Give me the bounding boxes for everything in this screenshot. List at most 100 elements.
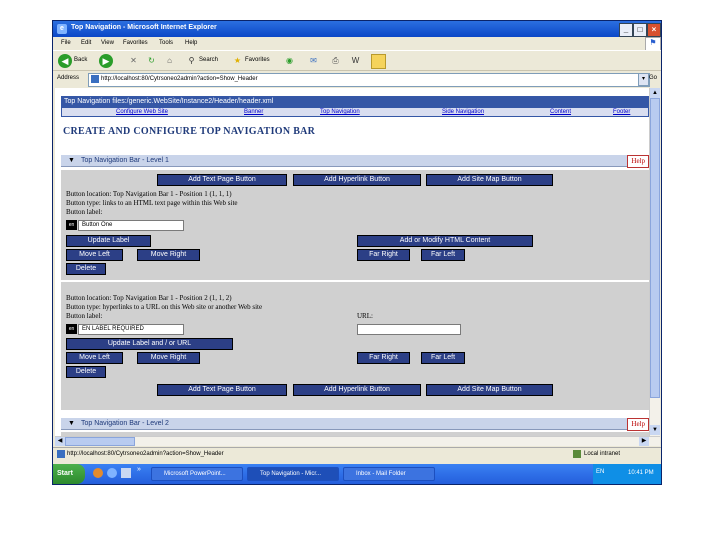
media-icon[interactable]: ◉ [283, 54, 296, 67]
language-badge: en [66, 324, 77, 334]
hscroll-thumb[interactable] [65, 437, 135, 446]
scroll-right-icon[interactable]: ▶ [639, 437, 649, 446]
scroll-up-icon[interactable]: ▲ [650, 88, 660, 98]
page-title: CREATE AND CONFIGURE TOP NAVIGATION BAR [63, 126, 316, 137]
menu-edit[interactable]: Edit [81, 40, 91, 46]
nav-link-footer[interactable]: Footer [613, 109, 630, 115]
help-link[interactable]: Help [627, 155, 649, 168]
favorites-star-icon[interactable]: ★ [231, 54, 244, 67]
button2-url-input[interactable] [357, 324, 461, 335]
forward-arrow-icon[interactable]: ▶ [99, 54, 113, 68]
clock: 10:41 PM [628, 470, 654, 476]
mail-icon[interactable]: ✉ [307, 54, 320, 67]
level2-label: Top Navigation Bar - Level 2 [81, 420, 169, 427]
nav-link-side-navigation[interactable]: Side Navigation [442, 109, 484, 115]
button1-label-input[interactable]: Button One [78, 220, 184, 231]
move-left-button[interactable]: Move Left [66, 352, 123, 364]
address-input[interactable]: http://localhost:80/Cytrsoneo2admin?acti… [88, 73, 650, 87]
far-left-button[interactable]: Far Left [421, 352, 465, 364]
add-hyperlink-button-top[interactable]: Add Hyperlink Button [293, 174, 421, 186]
back-label[interactable]: Back [74, 57, 87, 63]
horizontal-scrollbar[interactable]: ◀ ▶ [55, 436, 660, 446]
collapse-triangle-icon[interactable]: ▼ [68, 155, 75, 167]
move-right-button[interactable]: Move Right [137, 352, 200, 364]
refresh-icon[interactable]: ↻ [145, 54, 158, 67]
level1-panel: Add Text Page Button Add Hyperlink Butto… [61, 170, 649, 410]
nav-link-top-navigation[interactable]: Top Navigation [320, 109, 360, 115]
move-left-button[interactable]: Move Left [66, 249, 123, 261]
add-site-map-button-top[interactable]: Add Site Map Button [426, 174, 553, 186]
ie-quicklaunch-icon[interactable] [107, 468, 117, 478]
ie-icon: e [57, 24, 67, 34]
chevron-icon[interactable]: » [137, 466, 141, 473]
menu-help[interactable]: Help [185, 40, 197, 46]
delete-button[interactable]: Delete [66, 366, 106, 378]
page-content: Top Navigation files:/generic.WebSite/In… [55, 88, 649, 436]
menu-tools[interactable]: Tools [159, 40, 173, 46]
close-button[interactable]: × [647, 23, 661, 37]
menu-favorites[interactable]: Favorites [123, 40, 148, 46]
start-button[interactable]: Start [53, 464, 85, 484]
nav-link-content[interactable]: Content [550, 109, 571, 115]
button1-type: Button type: links to an HTML text page … [66, 199, 238, 207]
level2-section-header[interactable]: ▼ Top Navigation Bar - Level 2 Help [61, 418, 649, 431]
button2-url-caption: URL: [357, 312, 373, 320]
button2-label-caption: Button label: [66, 312, 103, 320]
nav-link-configure[interactable]: Configure Web Site [116, 109, 168, 115]
windows-flag-icon: ⚑ [645, 37, 661, 51]
site-nav-links: Configure Web Site Banner Top Navigation… [61, 107, 649, 117]
task-inbox[interactable]: Inbox - Mail Folder [343, 467, 435, 481]
minimize-button[interactable]: _ [619, 23, 633, 37]
menu-view[interactable]: View [101, 40, 114, 46]
search-icon[interactable]: ⚲ [185, 54, 198, 67]
go-button[interactable]: Go [649, 75, 657, 81]
add-modify-html-button[interactable]: Add or Modify HTML Content [357, 235, 533, 247]
search-label[interactable]: Search [199, 57, 218, 63]
task-top-navigation[interactable]: Top Navigation - Micr... [247, 467, 339, 481]
scroll-thumb[interactable] [650, 98, 660, 398]
add-text-page-button-bottom[interactable]: Add Text Page Button [157, 384, 287, 396]
task-powerpoint[interactable]: Microsoft PowerPoint... [151, 467, 243, 481]
status-bar: http://localhost:80/Cytrsoneo2admin?acti… [53, 447, 661, 461]
far-right-button[interactable]: Far Right [357, 352, 410, 364]
favorites-label[interactable]: Favorites [245, 57, 270, 63]
update-label-button[interactable]: Update Label [66, 235, 151, 247]
add-site-map-button-bottom[interactable]: Add Site Map Button [426, 384, 553, 396]
home-icon[interactable]: ⌂ [163, 54, 176, 67]
level1-section-header[interactable]: ▼ Top Navigation Bar - Level 1 Help [61, 155, 649, 168]
far-left-button[interactable]: Far Left [421, 249, 465, 261]
collapse-triangle-icon[interactable]: ▼ [68, 418, 75, 430]
update-label-url-button[interactable]: Update Label and / or URL [66, 338, 233, 350]
desktop-icon[interactable] [121, 468, 131, 478]
add-text-page-button-top[interactable]: Add Text Page Button [157, 174, 287, 186]
maximize-button[interactable]: □ [633, 23, 647, 37]
status-zone: Local intranet [584, 451, 621, 457]
window-title: Top Navigation - Microsoft Internet Expl… [71, 24, 217, 31]
address-dropdown-icon[interactable]: ▾ [638, 73, 649, 86]
print-icon[interactable]: ⎙ [329, 54, 342, 67]
nav-link-banner[interactable]: Banner [244, 109, 263, 115]
stop-icon[interactable]: ✕ [127, 54, 140, 67]
add-hyperlink-button-bottom[interactable]: Add Hyperlink Button [293, 384, 421, 396]
far-right-button[interactable]: Far Right [357, 249, 410, 261]
delete-button[interactable]: Delete [66, 263, 106, 275]
language-indicator[interactable]: EN [596, 469, 604, 475]
button1-label-caption: Button label: [66, 208, 103, 216]
edit-icon[interactable]: W [349, 54, 362, 67]
menu-file[interactable]: File [61, 40, 71, 46]
folder-icon[interactable] [371, 54, 386, 69]
scroll-down-icon[interactable]: ▼ [650, 425, 660, 435]
button2-label-input[interactable]: EN LABEL REQUIRED [78, 324, 184, 335]
page-icon [57, 450, 65, 458]
taskbar: Start » Microsoft PowerPoint... Top Navi… [53, 464, 661, 484]
scroll-left-icon[interactable]: ◀ [55, 437, 65, 446]
quicklaunch-icon[interactable] [93, 468, 103, 478]
move-right-button[interactable]: Move Right [137, 249, 200, 261]
status-url: http://localhost:80/Cytrsoneo2admin?acti… [67, 451, 224, 457]
file-path-bar: Top Navigation files:/generic.WebSite/In… [61, 96, 649, 107]
vertical-scrollbar[interactable]: ▲ ▼ [649, 88, 660, 436]
back-arrow-icon[interactable]: ◀ [58, 54, 72, 68]
help-link[interactable]: Help [627, 418, 649, 431]
language-badge: en [66, 220, 77, 230]
button1-location: Button location: Top Navigation Bar 1 - … [66, 190, 232, 198]
